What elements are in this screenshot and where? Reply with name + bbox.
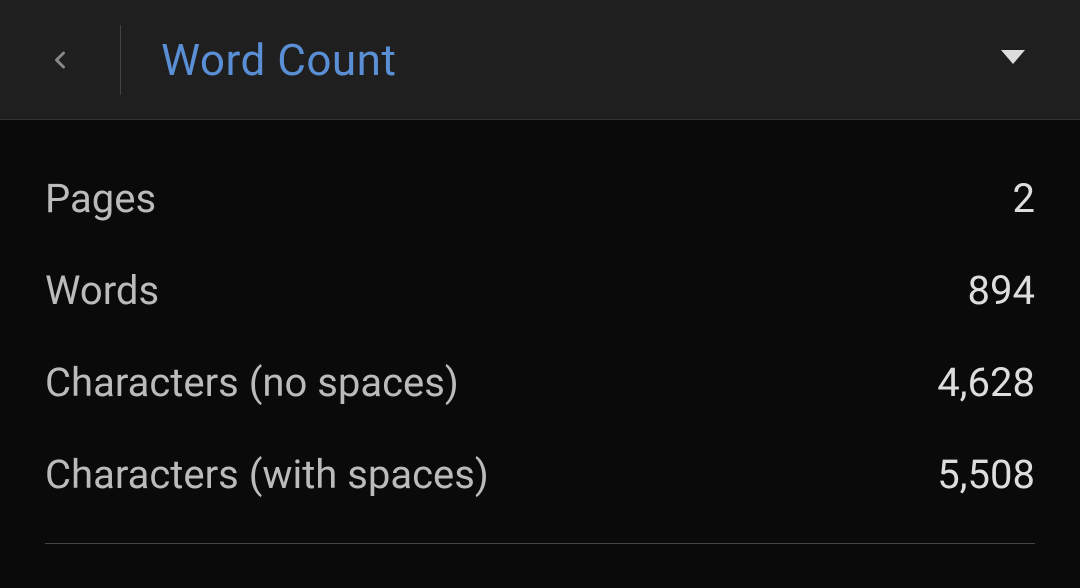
header-bar: Word Count [0, 0, 1080, 120]
stat-value-pages: 2 [1013, 175, 1035, 222]
stat-row-chars-with-spaces: Characters (with spaces) 5,508 [45, 451, 1035, 498]
stat-label-pages: Pages [45, 175, 156, 222]
stats-content: Pages 2 Words 894 Characters (no spaces)… [0, 120, 1080, 544]
stat-row-words: Words 894 [45, 267, 1035, 314]
stat-value-chars-no-spaces: 4,628 [937, 359, 1035, 406]
page-title: Word Count [161, 34, 396, 86]
header-divider [120, 25, 121, 95]
stat-row-pages: Pages 2 [45, 175, 1035, 222]
chevron-down-icon [1001, 50, 1025, 66]
back-button[interactable] [30, 30, 90, 90]
stat-label-chars-no-spaces: Characters (no spaces) [45, 359, 459, 406]
stat-label-words: Words [45, 267, 159, 314]
content-divider [45, 543, 1035, 544]
stat-row-chars-no-spaces: Characters (no spaces) 4,628 [45, 359, 1035, 406]
chevron-left-icon [46, 46, 74, 74]
stat-label-chars-with-spaces: Characters (with spaces) [45, 451, 489, 498]
stat-value-chars-with-spaces: 5,508 [937, 451, 1035, 498]
stat-value-words: 894 [968, 267, 1035, 314]
dropdown-toggle[interactable] [1001, 50, 1025, 70]
